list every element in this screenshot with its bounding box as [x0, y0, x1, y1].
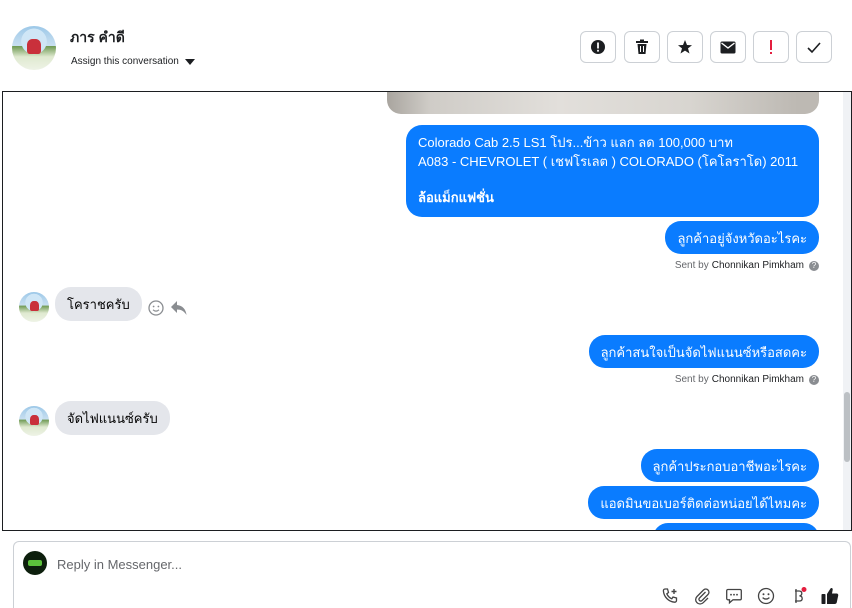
mark-unread-button[interactable]	[710, 31, 746, 63]
outgoing-message[interactable]: ลูกค้าสนใจเป็นจัดไฟแนนซ์หรือสดคะ	[588, 335, 819, 368]
add-phone-icon[interactable]	[660, 586, 680, 606]
envelope-icon	[720, 41, 736, 53]
shared-image-attachment[interactable]	[387, 92, 819, 114]
product-message-bubble[interactable]: Colorado Cab 2.5 LS1 โปร...ข้าว แลก ลด 1…	[406, 125, 819, 217]
sender-name: Chonnikan Pimkham	[711, 260, 804, 271]
paperclip-icon[interactable]	[692, 586, 712, 606]
thumbs-up-icon[interactable]	[820, 586, 840, 606]
contact-avatar-small	[19, 406, 49, 436]
sent-by-label: Sent by Chonnikan Pimkham ?	[675, 260, 819, 271]
assign-conversation-dropdown[interactable]: Assign this conversation	[71, 56, 195, 67]
assign-label: Assign this conversation	[71, 56, 179, 67]
delete-button[interactable]	[624, 31, 660, 63]
incoming-message[interactable]: จัดไฟแนนซ์ครับ	[55, 401, 170, 435]
product-feature-line: ล้อแม็กแฟชั่น	[418, 190, 494, 205]
help-icon[interactable]: ?	[809, 260, 819, 271]
spam-button[interactable]	[580, 31, 616, 63]
alert-octagon-icon	[591, 40, 605, 54]
outgoing-message[interactable]: ลูกค้าประกอบอาชีพอะไรคะ	[640, 449, 819, 482]
chevron-down-icon	[184, 58, 195, 65]
outgoing-message[interactable]: แอดมินขอเบอร์ติดต่อหน่อยได้ไหมคะ	[588, 486, 819, 519]
mark-done-button[interactable]	[796, 31, 832, 63]
payment-baht-icon[interactable]	[788, 586, 808, 606]
saved-replies-icon[interactable]	[724, 586, 744, 606]
star-icon	[678, 40, 692, 54]
reply-arrow-icon[interactable]	[170, 300, 188, 321]
product-model-line: A083 - CHEVROLET ( เชฟโรเลต ) COLORADO (…	[418, 154, 799, 169]
star-button[interactable]	[667, 31, 703, 63]
page-avatar	[23, 551, 47, 575]
react-icon[interactable]	[148, 300, 164, 321]
sender-name: Chonnikan Pimkham	[711, 374, 804, 385]
trash-icon	[636, 39, 648, 54]
reply-composer	[13, 541, 851, 608]
scrollbar-thumb[interactable]	[844, 392, 850, 462]
contact-name[interactable]: ภาร คำดี	[70, 27, 125, 49]
exclamation-icon	[770, 40, 772, 54]
conversation-header: ภาร คำดี Assign this conversation	[0, 0, 852, 90]
scrollbar[interactable]	[843, 92, 851, 530]
product-title-line: Colorado Cab 2.5 LS1 โปร...ข้าว แลก ลด 1…	[418, 135, 733, 150]
outgoing-message-partial[interactable]	[653, 523, 819, 530]
contact-avatar-small	[19, 292, 49, 322]
incoming-message[interactable]: โคราชครับ	[55, 287, 142, 321]
emoji-icon[interactable]	[756, 586, 776, 606]
reply-input[interactable]	[57, 557, 557, 572]
checkmark-icon	[807, 41, 821, 53]
sent-by-label: Sent by Chonnikan Pimkham ?	[675, 374, 819, 385]
priority-button[interactable]	[753, 31, 789, 63]
contact-avatar[interactable]	[12, 26, 56, 70]
outgoing-message[interactable]: ลูกค้าอยู่จังหวัดอะไรคะ	[665, 221, 819, 254]
help-icon[interactable]: ?	[809, 374, 819, 385]
message-thread[interactable]: Colorado Cab 2.5 LS1 โปร...ข้าว แลก ลด 1…	[2, 91, 852, 531]
